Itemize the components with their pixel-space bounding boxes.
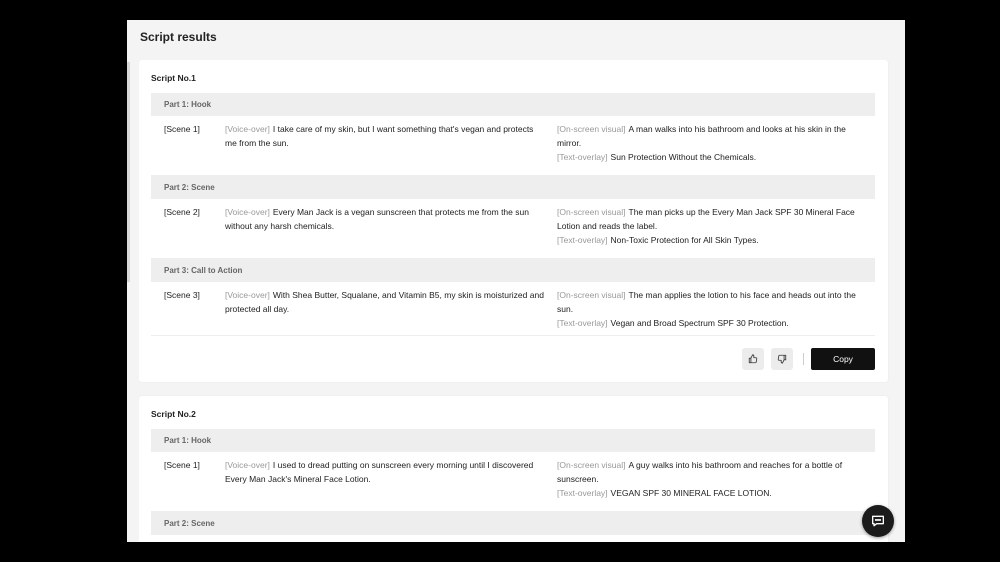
text-overlay-tag: [Text-overlay] [557,318,608,328]
scene-row: [Scene 1] [Voice-over] I used to dread pu… [151,458,875,512]
results-list[interactable]: Script No.1 Part 1: Hook [Scene 1] [Voic… [139,60,889,542]
on-screen-visual-tag: [On-screen visual] [557,124,626,134]
scrollbar[interactable] [127,62,130,282]
voice-over-tag: [Voice-over] [225,207,270,217]
chat-icon [872,515,884,527]
on-screen-visual-tag: [On-screen visual] [557,460,626,470]
divider [803,353,804,365]
on-screen-visual-tag: [On-screen visual] [557,290,626,300]
scene-label: [Scene 3] [164,290,200,300]
panel-title: Script results [140,30,217,44]
chat-button[interactable] [862,505,894,537]
voice-over-text: Every Man Jack is a vegan sunscreen that… [225,207,529,231]
text-overlay-tag: [Text-overlay] [557,152,608,162]
voice-over-text: I take care of my skin, but I want somet… [225,124,534,148]
visual-column: [On-screen visual] The man applies the lo… [557,288,869,330]
part-header: Part 2: Scene [151,512,875,535]
voice-over-tag: [Voice-over] [225,124,270,134]
script-title: Script No.1 [151,73,196,83]
script-card: Script No.1 Part 1: Hook [Scene 1] [Voic… [139,60,888,382]
text-overlay-text: Vegan and Broad Spectrum SPF 30 Protecti… [610,318,789,328]
part-header: Part 3: Call to Action [151,259,875,282]
voice-over-text: With Shea Butter, Squalane, and Vitamin … [225,290,544,314]
scene-label: [Scene 1] [164,460,200,470]
part-header: Part 2: Scene [151,176,875,199]
voice-over: [Voice-over] With Shea Butter, Squalane, … [225,288,545,316]
voice-over: [Voice-over] Every Man Jack is a vegan su… [225,205,545,233]
text-overlay-tag: [Text-overlay] [557,488,608,498]
on-screen-visual-tag: [On-screen visual] [557,207,626,217]
voice-over: [Voice-over] I take care of my skin, but … [225,122,545,150]
voice-over: [Voice-over] I used to dread putting on s… [225,458,545,486]
visual-column: [On-screen visual] A man walks into his b… [557,122,869,164]
thumbs-down-icon [777,354,787,364]
text-overlay-tag: [Text-overlay] [557,235,608,245]
text-overlay-text: VEGAN SPF 30 MINERAL FACE LOTION. [610,488,772,498]
thumbs-up-button[interactable] [742,348,764,370]
scene-row: [Scene 2] [Voice-over] Every Man Jack is … [151,205,875,259]
part-header: Part 1: Hook [151,429,875,452]
visual-column: [On-screen visual] A guy walks into his b… [557,458,869,500]
scene-row: [Scene 3] [Voice-over] With Shea Butter, … [151,288,875,336]
script-actions: Copy [735,348,875,370]
text-overlay-text: Non-Toxic Protection for All Skin Types. [610,235,759,245]
copy-button[interactable]: Copy [811,348,875,370]
script-title: Script No.2 [151,409,196,419]
visual-column: [On-screen visual] The man picks up the E… [557,205,869,247]
voice-over-text: I used to dread putting on sunscreen eve… [225,460,534,484]
voice-over-tag: [Voice-over] [225,460,270,470]
thumbs-down-button[interactable] [771,348,793,370]
script-card: Script No.2 Part 1: Hook [Scene 1] [Voic… [139,396,888,542]
voice-over-tag: [Voice-over] [225,290,270,300]
text-overlay-text: Sun Protection Without the Chemicals. [610,152,757,162]
part-header: Part 1: Hook [151,93,875,116]
scene-label: [Scene 2] [164,207,200,217]
script-results-panel: Script results Script No.1 Part 1: Hook … [127,20,905,542]
scene-label: [Scene 1] [164,124,200,134]
thumbs-up-icon [748,354,758,364]
scene-row: [Scene 1] [Voice-over] I take care of my … [151,122,875,176]
